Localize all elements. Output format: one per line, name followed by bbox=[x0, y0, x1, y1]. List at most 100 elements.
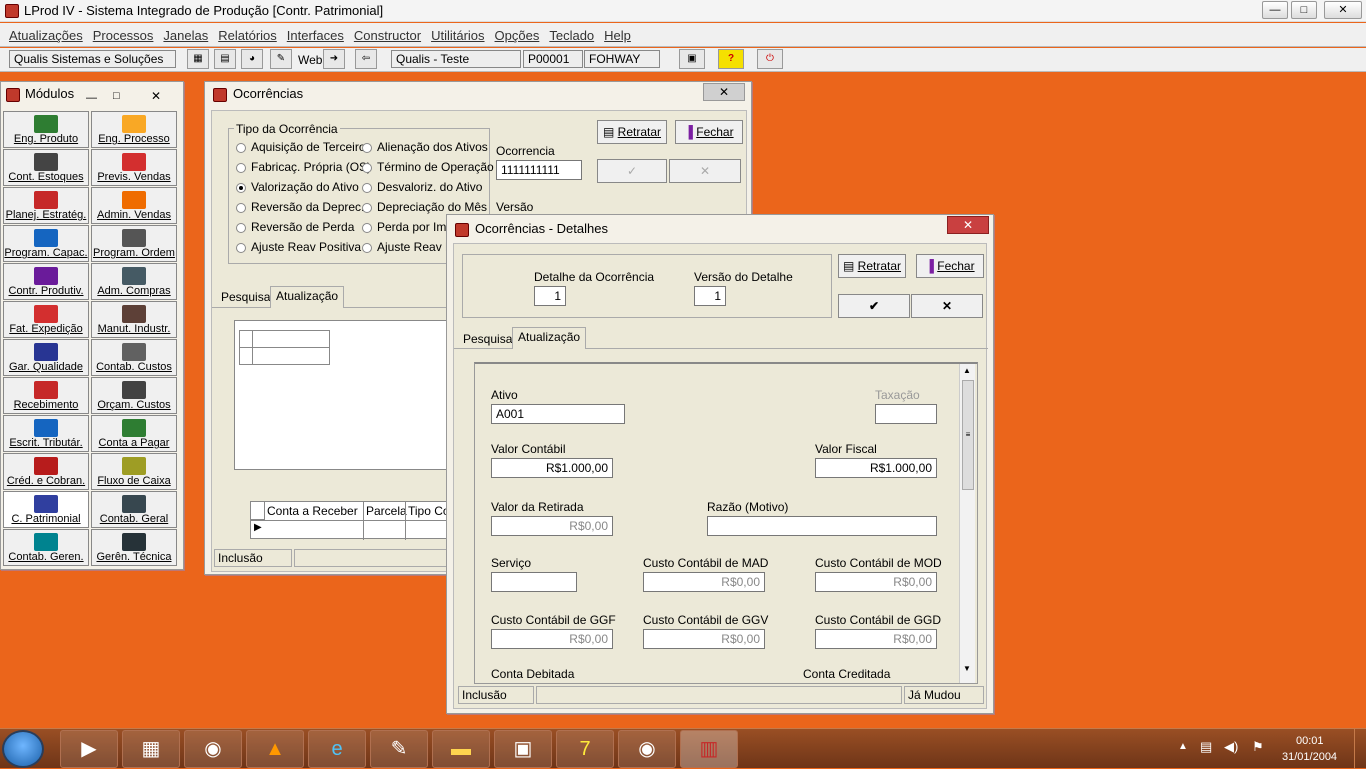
versao-detalhe-field[interactable]: 1 bbox=[694, 286, 726, 306]
detalhes-confirm-button[interactable]: ✔ bbox=[838, 294, 910, 318]
module-button-20[interactable]: C. Patrimonial bbox=[3, 491, 89, 528]
fechar-button[interactable]: ▐ Fechar bbox=[675, 120, 743, 144]
radio-option[interactable]: Reversão de Perda bbox=[236, 220, 371, 240]
tray-arrow-icon[interactable]: ▲ bbox=[1178, 741, 1188, 752]
scroll-thumb[interactable]: ≡ bbox=[962, 380, 974, 490]
ggd-field[interactable]: R$0,00 bbox=[815, 629, 937, 649]
detalhes-fechar-button[interactable]: ▐ Fechar bbox=[916, 254, 984, 278]
radio-option[interactable]: Término de Operação bbox=[362, 160, 494, 180]
radio-button[interactable] bbox=[236, 162, 246, 173]
module-button-18[interactable]: Créd. e Cobran. bbox=[3, 453, 89, 490]
menu-item-0[interactable]: Atualizações bbox=[4, 24, 88, 47]
modules-maximize-button[interactable]: □ bbox=[113, 84, 133, 102]
calculator-taskbar-icon[interactable]: ▦ bbox=[122, 730, 180, 768]
retratar-button[interactable]: ▤ Retratar bbox=[597, 120, 667, 144]
module-button-6[interactable]: Program. Capac. bbox=[3, 225, 89, 262]
module-button-0[interactable]: Eng. Produto bbox=[3, 111, 89, 148]
radio-button[interactable] bbox=[236, 202, 246, 213]
module-button-11[interactable]: Manut. Industr. bbox=[91, 301, 177, 338]
minimize-button[interactable]: — bbox=[1262, 1, 1288, 19]
power-icon[interactable]: ⏻ bbox=[757, 49, 783, 69]
module-button-16[interactable]: Escrit. Tributár. bbox=[3, 415, 89, 452]
explorer-icon[interactable]: ▬ bbox=[432, 730, 490, 768]
module-button-21[interactable]: Contab. Geral bbox=[91, 491, 177, 528]
exit-arrow-icon[interactable]: ⇦ bbox=[355, 49, 377, 69]
paint-icon[interactable]: ✎ bbox=[370, 730, 428, 768]
ggf-field[interactable]: R$0,00 bbox=[491, 629, 613, 649]
ativo-field[interactable]: A001 bbox=[491, 404, 625, 424]
ocorrencias-close-button[interactable]: ✕ bbox=[703, 83, 745, 101]
clock-date[interactable]: 31/01/2004 bbox=[1282, 751, 1337, 763]
menu-item-5[interactable]: Constructor bbox=[349, 24, 426, 47]
menu-item-1[interactable]: Processos bbox=[88, 24, 159, 47]
radio-button[interactable] bbox=[236, 222, 246, 233]
globe-icon[interactable]: ◕ bbox=[241, 49, 263, 69]
pen-icon[interactable]: ✎ bbox=[270, 49, 292, 69]
help-icon[interactable]: ? bbox=[718, 49, 744, 69]
menu-item-3[interactable]: Relatórios bbox=[213, 24, 282, 47]
taxacao-field[interactable] bbox=[875, 404, 937, 424]
mad-field[interactable]: R$0,00 bbox=[643, 572, 765, 592]
grid-header-parcela[interactable]: Parcela bbox=[366, 504, 407, 518]
module-button-9[interactable]: Adm. Compras bbox=[91, 263, 177, 300]
network-icon[interactable]: ▣ bbox=[494, 730, 552, 768]
radio-option[interactable]: Ajuste Reav Positiva bbox=[236, 240, 371, 260]
module-button-7[interactable]: Program. Ordem bbox=[91, 225, 177, 262]
detalhes-tab-atualizacao[interactable]: Atualização bbox=[512, 327, 587, 349]
grid-header-conta[interactable]: Conta a Receber bbox=[267, 504, 358, 518]
radio-button[interactable] bbox=[236, 142, 246, 153]
module-button-5[interactable]: Admin. Vendas bbox=[91, 187, 177, 224]
radio-option[interactable]: Reversão da Deprec. bbox=[236, 200, 371, 220]
module-button-8[interactable]: Contr. Produtiv. bbox=[3, 263, 89, 300]
module-button-4[interactable]: Planej. Estratég. bbox=[3, 187, 89, 224]
tab-atualizacao[interactable]: Atualização bbox=[270, 286, 345, 308]
media-player-icon[interactable]: ▶ bbox=[60, 730, 118, 768]
mod-field[interactable]: R$0,00 bbox=[815, 572, 937, 592]
radio-button[interactable] bbox=[362, 162, 372, 173]
web-arrow-icon[interactable]: ➜ bbox=[323, 49, 345, 69]
valor-fiscal-field[interactable]: R$1.000,00 bbox=[815, 458, 937, 478]
module-button-14[interactable]: Recebimento bbox=[3, 377, 89, 414]
radio-button[interactable] bbox=[362, 142, 372, 153]
module-button-13[interactable]: Contab. Custos bbox=[91, 339, 177, 376]
menu-item-4[interactable]: Interfaces bbox=[282, 24, 349, 47]
menu-item-6[interactable]: Utilitários bbox=[426, 24, 489, 47]
tab-pesquisa[interactable]: Pesquisa bbox=[216, 288, 275, 308]
calculator-icon[interactable]: ▦ bbox=[187, 49, 209, 69]
detalhes-retratar-button[interactable]: ▤ Retratar bbox=[838, 254, 906, 278]
calendar-icon[interactable]: ▤ bbox=[214, 49, 236, 69]
radio-option[interactable]: Alienação dos Ativos bbox=[362, 140, 494, 160]
grid-header-tipo[interactable]: Tipo Co bbox=[408, 504, 450, 518]
razao-field[interactable] bbox=[707, 516, 937, 536]
ggv-field[interactable]: R$0,00 bbox=[643, 629, 765, 649]
detalhes-tab-pesquisa[interactable]: Pesquisa bbox=[458, 330, 517, 350]
menu-item-9[interactable]: Help bbox=[599, 24, 636, 47]
radio-button[interactable] bbox=[236, 242, 246, 253]
ie-icon[interactable]: e bbox=[308, 730, 366, 768]
ocorrencia-field[interactable]: 1111111111 bbox=[496, 160, 582, 180]
module-button-3[interactable]: Previs. Vendas bbox=[91, 149, 177, 186]
radio-button[interactable] bbox=[362, 242, 372, 253]
cancel-button-disabled[interactable]: ✕ bbox=[669, 159, 741, 183]
menu-item-2[interactable]: Janelas bbox=[158, 24, 213, 47]
valor-retirada-field[interactable]: R$0,00 bbox=[491, 516, 613, 536]
clock-time[interactable]: 00:01 bbox=[1296, 735, 1324, 747]
menu-item-7[interactable]: Opções bbox=[490, 24, 545, 47]
close-button[interactable]: ✕ bbox=[1324, 1, 1362, 19]
module-button-1[interactable]: Eng. Processo bbox=[91, 111, 177, 148]
detalhes-cancel-button[interactable]: ✕ bbox=[911, 294, 983, 318]
show-desktop-button[interactable] bbox=[1354, 729, 1366, 769]
radio-option[interactable]: Aquisição de Terceiro bbox=[236, 140, 371, 160]
module-button-12[interactable]: Gar. Qualidade bbox=[3, 339, 89, 376]
vertical-scrollbar[interactable]: ▲ ≡ ▼ bbox=[959, 364, 975, 683]
radio-button[interactable] bbox=[236, 182, 246, 193]
tray-volume-icon[interactable]: ◀) bbox=[1224, 739, 1238, 755]
vlc-icon[interactable]: ▲ bbox=[246, 730, 304, 768]
servico-field[interactable] bbox=[491, 572, 577, 592]
module-button-15[interactable]: Orçam. Custos bbox=[91, 377, 177, 414]
valor-contabil-field[interactable]: R$1.000,00 bbox=[491, 458, 613, 478]
radio-option[interactable]: Fabricaç. Própria (OS) bbox=[236, 160, 371, 180]
start-button[interactable] bbox=[2, 730, 44, 768]
detalhes-close-button[interactable]: ✕ bbox=[947, 216, 989, 234]
radio-button[interactable] bbox=[362, 182, 372, 193]
